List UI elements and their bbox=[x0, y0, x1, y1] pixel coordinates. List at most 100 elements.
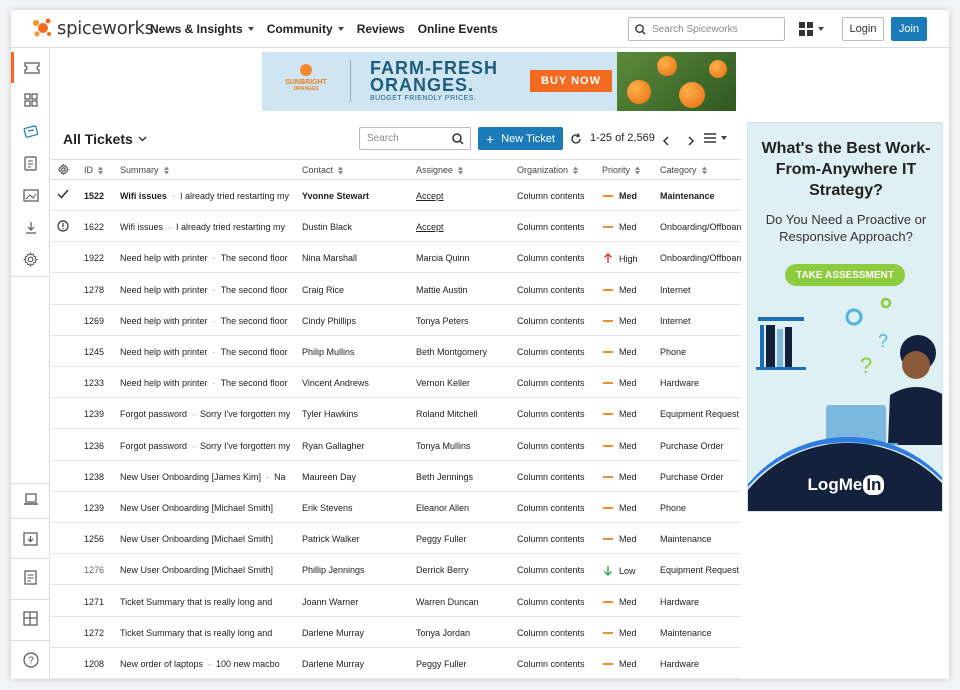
column-header-priority[interactable]: Priority bbox=[602, 165, 640, 175]
ticket-assignee[interactable]: Warren Duncan bbox=[416, 597, 514, 607]
table-row[interactable]: 1208 New order of laptops · 100 new macbo Da… bbox=[51, 648, 741, 679]
check-icon[interactable] bbox=[57, 189, 69, 201]
nav-reviews[interactable]: Reviews bbox=[357, 22, 405, 36]
ticket-assignee[interactable]: Beth Montgomery bbox=[416, 347, 514, 357]
site-search-input[interactable]: Search Spiceworks bbox=[628, 17, 785, 41]
table-row[interactable]: 1276 New User Onboarding [Michael Smith]·… bbox=[51, 554, 741, 586]
table-row[interactable]: 1922 Need help with printer · The second fl… bbox=[51, 242, 741, 274]
sidebar-item-reports[interactable] bbox=[11, 148, 50, 179]
ticket-assignee[interactable]: Eleanor Allen bbox=[416, 503, 514, 513]
previous-page-button[interactable] bbox=[662, 133, 670, 151]
ticket-summary[interactable]: New User Onboarding [James Kim] · Na bbox=[120, 472, 298, 482]
ticket-contact[interactable]: Erik Stevens bbox=[302, 503, 410, 513]
buy-now-button[interactable]: BUY NOW bbox=[530, 70, 612, 92]
ticket-id[interactable]: 1622 bbox=[84, 222, 114, 232]
ticket-assignee[interactable]: Derrick Berry bbox=[416, 565, 514, 575]
ticket-contact[interactable]: Dustin Black bbox=[302, 222, 410, 232]
sidebar-item-inventory[interactable] bbox=[11, 180, 50, 211]
ticket-assignee[interactable]: Beth Jennings bbox=[416, 472, 514, 482]
ticket-assignee[interactable]: Mattie Austin bbox=[416, 285, 514, 295]
table-row[interactable]: 1622 Wifi issues · I already tried restarti… bbox=[51, 211, 741, 243]
ticket-contact[interactable]: Vincent Andrews bbox=[302, 378, 410, 388]
ticket-id[interactable]: 1276 bbox=[84, 565, 114, 575]
table-row[interactable]: 1236 Forgot password · Sorry I've forgotten… bbox=[51, 430, 741, 461]
ticket-summary[interactable]: Need help with printer · The second floor bbox=[120, 347, 298, 357]
ticket-id[interactable]: 1256 bbox=[84, 534, 114, 544]
accept-link[interactable]: Accept bbox=[416, 191, 514, 201]
info-icon[interactable] bbox=[57, 220, 69, 234]
nav-online-events[interactable]: Online Events bbox=[418, 22, 498, 36]
ticket-view-selector[interactable]: All Tickets bbox=[63, 131, 147, 147]
ticket-contact[interactable]: Darlene Murray bbox=[302, 659, 410, 669]
ticket-summary[interactable]: New User Onboarding [Michael Smith]· bbox=[120, 565, 298, 575]
column-header-id[interactable]: ID bbox=[84, 165, 103, 175]
ticket-search-input[interactable]: Search bbox=[359, 127, 471, 150]
ticket-id[interactable]: 1208 bbox=[84, 659, 114, 669]
ticket-summary[interactable]: Need help with printer · The second floor bbox=[120, 378, 298, 388]
table-row[interactable]: 1278 Need help with printer · The second fl… bbox=[51, 274, 741, 305]
ticket-contact[interactable]: Yvonne Stewart bbox=[302, 191, 410, 201]
ticket-id[interactable]: 1269 bbox=[84, 316, 114, 326]
banner-ad[interactable]: SUNBRIGHT ORANGES FARM-FRESH ORANGES. BU… bbox=[262, 52, 736, 111]
table-row[interactable]: 1522 Wifi issues · I already tried restarti… bbox=[51, 180, 741, 211]
sidebar-item-devices[interactable] bbox=[11, 484, 50, 515]
ticket-assignee[interactable]: Tonya Mullins bbox=[416, 441, 514, 451]
new-ticket-button[interactable]: + New Ticket bbox=[478, 127, 563, 150]
ticket-assignee[interactable]: Roland Mitchell bbox=[416, 409, 514, 419]
accept-link[interactable]: Accept bbox=[416, 222, 514, 232]
ticket-contact[interactable]: Nina Marshall bbox=[302, 253, 410, 263]
ticket-summary[interactable]: Need help with printer · The second floor bbox=[120, 285, 298, 295]
ticket-id[interactable]: 1278 bbox=[84, 285, 114, 295]
sidebar-item-tickets[interactable] bbox=[11, 52, 50, 83]
spiceworks-logo[interactable]: spiceworks bbox=[32, 17, 154, 39]
ticket-assignee[interactable]: Vernon Keller bbox=[416, 378, 514, 388]
ticket-assignee[interactable]: Tonya Jordan bbox=[416, 628, 514, 638]
table-row[interactable]: 1233 Need help with printer · The second fl… bbox=[51, 367, 741, 399]
refresh-button[interactable] bbox=[570, 132, 582, 150]
join-button[interactable]: Join bbox=[891, 17, 927, 41]
ticket-id[interactable]: 1239 bbox=[84, 503, 114, 513]
table-row[interactable]: 1238 New User Onboarding [James Kim] · Na Ma… bbox=[51, 461, 741, 492]
sidebar-item-help-desk[interactable] bbox=[11, 116, 50, 147]
sidebar-item-settings[interactable] bbox=[11, 244, 50, 275]
ticket-id[interactable]: 1239 bbox=[84, 409, 114, 419]
ticket-contact[interactable]: Patrick Walker bbox=[302, 534, 410, 544]
ticket-summary[interactable]: New User Onboarding [Michael Smith]· bbox=[120, 503, 298, 513]
table-row[interactable]: 1239 New User Onboarding [Michael Smith]·… bbox=[51, 492, 741, 523]
ticket-id[interactable]: 1236 bbox=[84, 441, 114, 451]
column-settings-button[interactable] bbox=[58, 164, 69, 175]
sidebar-item-help[interactable]: ? bbox=[11, 644, 50, 675]
ticket-contact[interactable]: Craig Rice bbox=[302, 285, 410, 295]
sidebar-item-inbox[interactable] bbox=[11, 523, 50, 554]
ticket-id[interactable]: 1271 bbox=[84, 597, 114, 607]
ticket-contact[interactable]: Tyler Hawkins bbox=[302, 409, 410, 419]
ticket-summary[interactable]: Wifi issues · I already tried restarting m… bbox=[120, 222, 298, 232]
ticket-assignee[interactable]: Tonya Peters bbox=[416, 316, 514, 326]
column-header-category[interactable]: Category bbox=[660, 165, 707, 175]
ticket-summary[interactable]: Ticket Summary that is really long and· bbox=[120, 628, 298, 638]
ticket-assignee[interactable]: Peggy Fuller bbox=[416, 659, 514, 669]
column-header-organization[interactable]: Organization bbox=[517, 165, 578, 175]
ticket-contact[interactable]: Philip Mullins bbox=[302, 347, 410, 357]
ticket-summary[interactable]: New User Onboarding [Michael Smith]· bbox=[120, 534, 298, 544]
view-options-button[interactable] bbox=[704, 133, 727, 143]
sidebar-item-dashboard[interactable] bbox=[11, 84, 50, 115]
ticket-summary[interactable]: Ticket Summary that is really long and· bbox=[120, 597, 298, 607]
apps-menu-button[interactable] bbox=[799, 22, 824, 36]
ticket-id[interactable]: 1522 bbox=[84, 191, 114, 201]
ticket-contact[interactable]: Ryan Gallagher bbox=[302, 441, 410, 451]
ticket-summary[interactable]: Forgot password · Sorry I've forgotten my bbox=[120, 409, 298, 419]
ticket-summary[interactable]: Forgot password · Sorry I've forgotten my bbox=[120, 441, 298, 451]
sidebar-item-layout[interactable] bbox=[11, 603, 50, 634]
ticket-id[interactable]: 1922 bbox=[84, 253, 114, 263]
ticket-id[interactable]: 1238 bbox=[84, 472, 114, 482]
ticket-contact[interactable]: Maureen Day bbox=[302, 472, 410, 482]
ticket-contact[interactable]: Darlene Murray bbox=[302, 628, 410, 638]
nav-news-insights[interactable]: News & Insights bbox=[150, 22, 254, 36]
ticket-summary[interactable]: Need help with printer · The second floor bbox=[120, 316, 298, 326]
side-ad[interactable]: What's the Best Work-From-Anywhere IT St… bbox=[747, 122, 943, 512]
ticket-summary[interactable]: Need help with printer · The second floor bbox=[120, 253, 298, 263]
next-page-button[interactable] bbox=[687, 133, 695, 151]
column-header-summary[interactable]: Summary bbox=[120, 165, 169, 175]
login-button[interactable]: Login bbox=[842, 17, 884, 41]
